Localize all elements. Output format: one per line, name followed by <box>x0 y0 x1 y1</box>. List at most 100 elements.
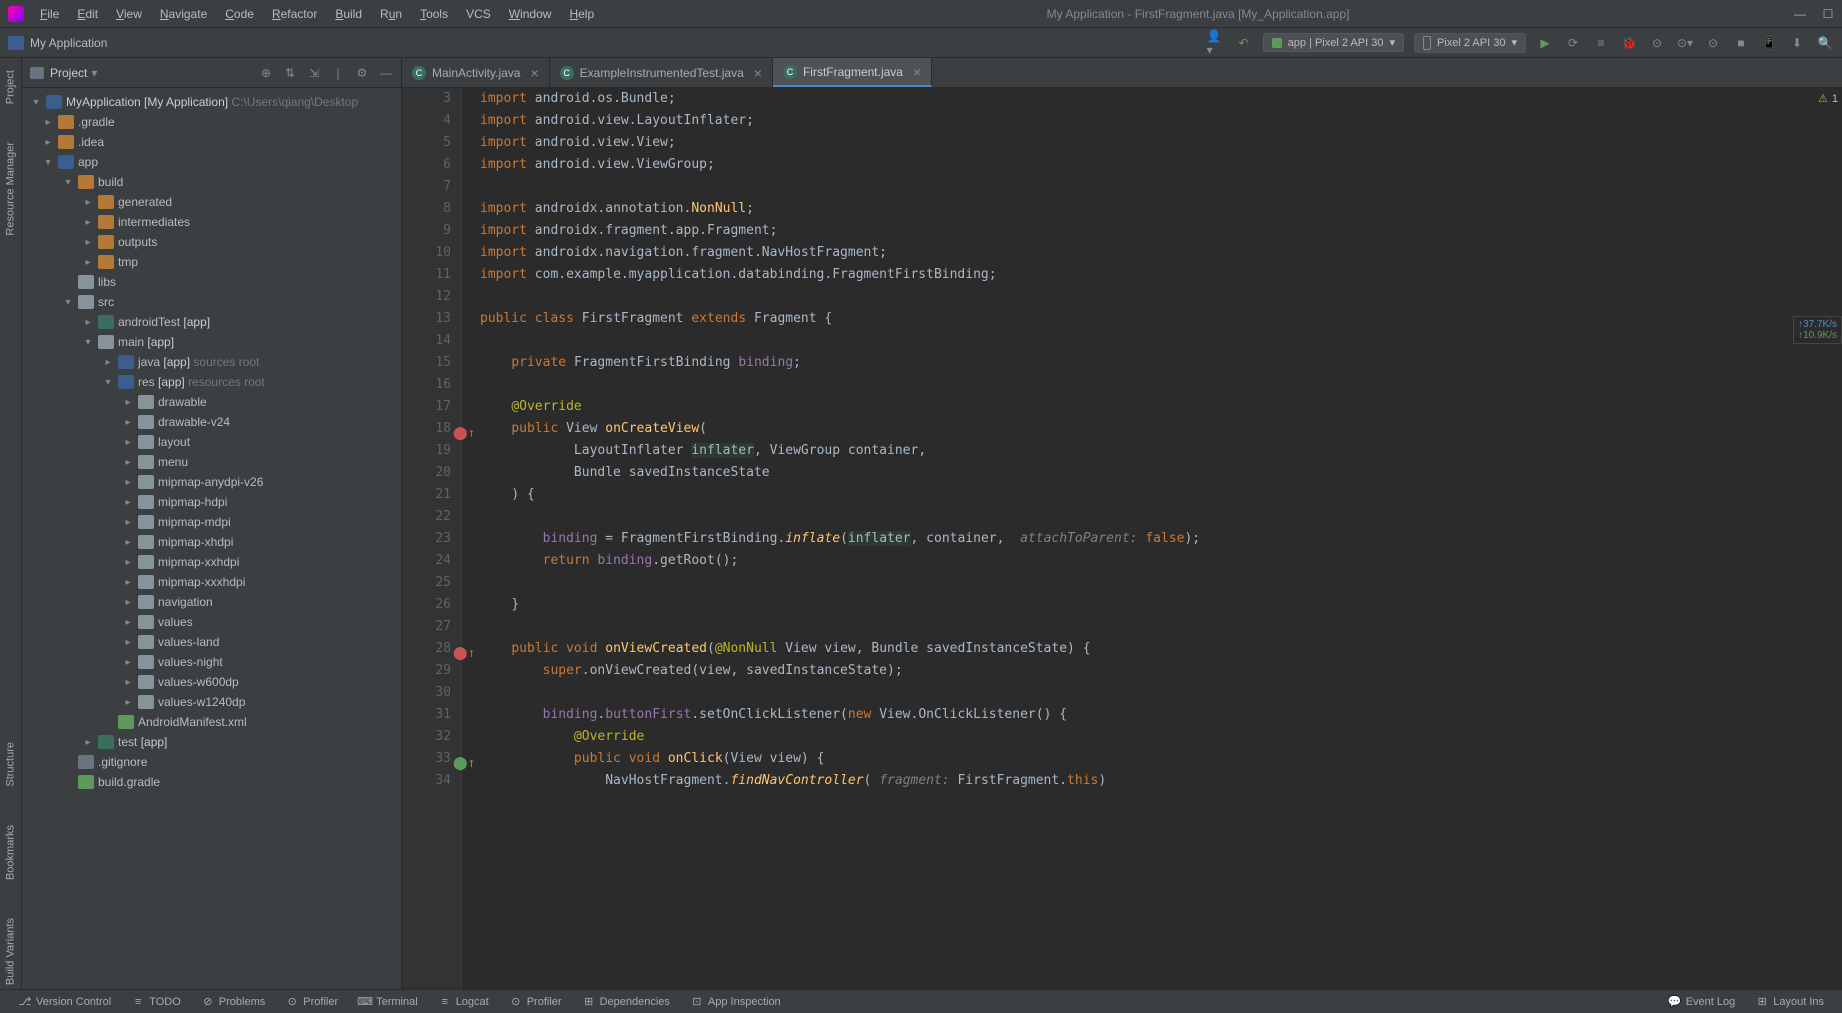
tree-build-gradle[interactable]: build.gradle <box>22 772 401 792</box>
debug-icon[interactable]: 🐞 <box>1620 34 1638 52</box>
rail-build-variants[interactable]: Build Variants <box>0 914 21 989</box>
tree-main[interactable]: ▾main [app] <box>22 332 401 352</box>
close-icon[interactable]: × <box>754 65 762 81</box>
tree-manifest[interactable]: AndroidManifest.xml <box>22 712 401 732</box>
minimize-button[interactable]: — <box>1794 8 1806 20</box>
coverage-icon[interactable]: ⊙ <box>1648 34 1666 52</box>
status-profiler2[interactable]: ⊙Profiler <box>499 995 572 1009</box>
stop-icon[interactable]: ■ <box>1732 34 1750 52</box>
menu-navigate[interactable]: Navigate <box>152 5 215 23</box>
search-icon[interactable]: 🔍 <box>1816 34 1834 52</box>
tree-values-land[interactable]: ▸values-land <box>22 632 401 652</box>
tree-layout[interactable]: ▸layout <box>22 432 401 452</box>
tree-root[interactable]: ▾MyApplication [My Application] C:\Users… <box>22 92 401 112</box>
tree-mipmap-anydpi[interactable]: ▸mipmap-anydpi-v26 <box>22 472 401 492</box>
tree-build[interactable]: ▾build <box>22 172 401 192</box>
maximize-button[interactable]: ☐ <box>1822 8 1834 20</box>
menu-help[interactable]: Help <box>561 5 602 23</box>
tree-tmp[interactable]: ▸tmp <box>22 252 401 272</box>
menu-run[interactable]: Run <box>372 5 410 23</box>
menu-file[interactable]: File <box>32 5 67 23</box>
status-todo[interactable]: ≡TODO <box>121 995 191 1009</box>
close-icon[interactable]: × <box>530 65 538 81</box>
collapse-icon[interactable]: ⇲ <box>307 66 321 80</box>
run-button[interactable]: ▶ <box>1536 34 1554 52</box>
status-version-control[interactable]: ⎇Version Control <box>8 995 121 1009</box>
menu-view[interactable]: View <box>108 5 150 23</box>
tree-mipmap-hdpi[interactable]: ▸mipmap-hdpi <box>22 492 401 512</box>
breadcrumb[interactable]: My Application <box>30 36 107 50</box>
override-marker-icon[interactable]: ⬤↑ <box>453 753 465 765</box>
tree-test[interactable]: ▸test [app] <box>22 732 401 752</box>
menu-edit[interactable]: Edit <box>69 5 106 23</box>
status-logcat[interactable]: ≡Logcat <box>428 995 499 1009</box>
profile-icon[interactable]: ⊙▾ <box>1676 34 1694 52</box>
tree-mipmap-mdpi[interactable]: ▸mipmap-mdpi <box>22 512 401 532</box>
tree-libs[interactable]: libs <box>22 272 401 292</box>
tree-intermediates[interactable]: ▸intermediates <box>22 212 401 232</box>
menu-refactor[interactable]: Refactor <box>264 5 325 23</box>
status-terminal[interactable]: ⌨Terminal <box>348 995 428 1009</box>
tree-generated[interactable]: ▸generated <box>22 192 401 212</box>
back-icon[interactable]: ↶ <box>1235 34 1253 52</box>
tab-example-test[interactable]: CExampleInstrumentedTest.java× <box>550 58 773 87</box>
override-marker-icon[interactable]: ⬤↑ <box>453 643 465 655</box>
rail-bookmarks[interactable]: Bookmarks <box>0 821 21 884</box>
project-tree[interactable]: ▾MyApplication [My Application] C:\Users… <box>22 88 401 989</box>
rail-resource-manager[interactable]: Resource Manager <box>0 138 21 240</box>
debug-apply-icon[interactable]: ⟳ <box>1564 34 1582 52</box>
menu-code[interactable]: Code <box>217 5 262 23</box>
close-icon[interactable]: × <box>913 64 921 80</box>
tree-mipmap-xxxhdpi[interactable]: ▸mipmap-xxxhdpi <box>22 572 401 592</box>
attach-debugger-icon[interactable]: ⊙ <box>1704 34 1722 52</box>
tree-res[interactable]: ▾res [app] resources root <box>22 372 401 392</box>
hide-icon[interactable]: — <box>379 66 393 80</box>
menu-vcs[interactable]: VCS <box>458 5 499 23</box>
tree-gradle[interactable]: ▸.gradle <box>22 112 401 132</box>
menu-tools[interactable]: Tools <box>412 5 456 23</box>
rail-project[interactable]: Project <box>0 66 21 108</box>
tree-values-night[interactable]: ▸values-night <box>22 652 401 672</box>
tree-idea[interactable]: ▸.idea <box>22 132 401 152</box>
tree-android-test[interactable]: ▸androidTest [app] <box>22 312 401 332</box>
status-problems[interactable]: ⊘Problems <box>191 995 275 1009</box>
tree-outputs[interactable]: ▸outputs <box>22 232 401 252</box>
tree-values[interactable]: ▸values <box>22 612 401 632</box>
tree-src[interactable]: ▾src <box>22 292 401 312</box>
panel-title[interactable]: Project <box>50 66 87 80</box>
tree-mipmap-xxhdpi[interactable]: ▸mipmap-xxhdpi <box>22 552 401 572</box>
tree-menu[interactable]: ▸menu <box>22 452 401 472</box>
gear-icon[interactable]: ⚙ <box>355 66 369 80</box>
tree-drawable-v24[interactable]: ▸drawable-v24 <box>22 412 401 432</box>
tree-mipmap-xhdpi[interactable]: ▸mipmap-xhdpi <box>22 532 401 552</box>
add-user-icon[interactable]: 👤▾ <box>1207 34 1225 52</box>
status-profiler[interactable]: ⊙Profiler <box>275 995 348 1009</box>
tree-drawable[interactable]: ▸drawable <box>22 392 401 412</box>
tree-values-w1240dp[interactable]: ▸values-w1240dp <box>22 692 401 712</box>
status-layout-inspector[interactable]: ⊞Layout Ins <box>1745 995 1834 1009</box>
tree-navigation[interactable]: ▸navigation <box>22 592 401 612</box>
code-editor[interactable]: 3 4 5 6 7 8 9 10 11 12 13 14 15 16 17 18… <box>402 88 1842 989</box>
run-config-selector[interactable]: app | Pixel 2 API 30 ▾ <box>1263 33 1404 52</box>
apply-changes-icon[interactable]: ≡ <box>1592 34 1610 52</box>
code-content[interactable]: import android.os.Bundle; import android… <box>462 88 1842 989</box>
menu-build[interactable]: Build <box>327 5 370 23</box>
sdk-manager-icon[interactable]: ⬇ <box>1788 34 1806 52</box>
expand-icon[interactable]: ⇅ <box>283 66 297 80</box>
device-selector[interactable]: Pixel 2 API 30 ▾ <box>1414 33 1526 53</box>
tab-first-fragment[interactable]: CFirstFragment.java× <box>773 58 932 87</box>
locate-icon[interactable]: ⊕ <box>259 66 273 80</box>
tab-main-activity[interactable]: CMainActivity.java× <box>402 58 550 87</box>
tree-app[interactable]: ▾app <box>22 152 401 172</box>
rail-structure[interactable]: Structure <box>0 738 21 791</box>
status-app-inspection[interactable]: ⊡App Inspection <box>680 995 791 1009</box>
menu-window[interactable]: Window <box>501 5 560 23</box>
tree-gitignore[interactable]: .gitignore <box>22 752 401 772</box>
tree-java[interactable]: ▸java [app] sources root <box>22 352 401 372</box>
editor-inspection[interactable]: ⚠ 1 <box>1818 92 1838 105</box>
status-dependencies[interactable]: ⊞Dependencies <box>572 995 680 1009</box>
gutter[interactable]: 3 4 5 6 7 8 9 10 11 12 13 14 15 16 17 18… <box>402 88 462 989</box>
override-marker-icon[interactable]: ⬤↑ <box>453 423 465 435</box>
dropdown-icon[interactable]: ▾ <box>91 66 97 80</box>
status-event-log[interactable]: 💬Event Log <box>1658 995 1746 1009</box>
